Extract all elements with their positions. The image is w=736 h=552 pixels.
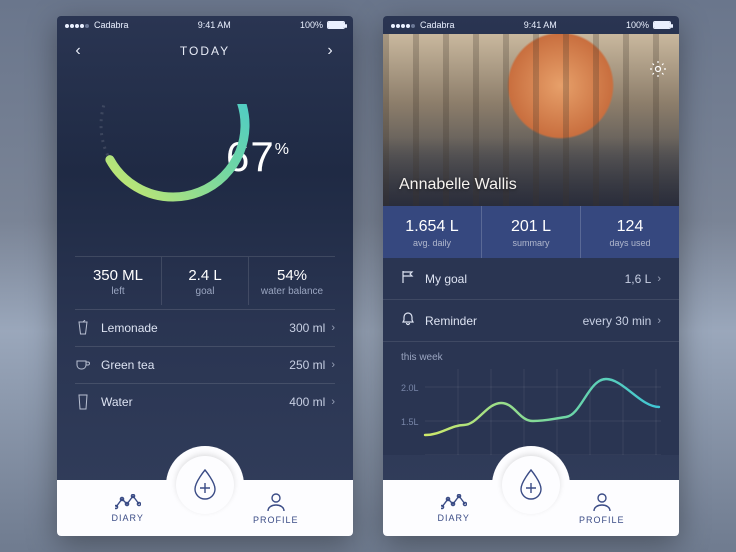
time-label: 9:41 AM xyxy=(198,20,231,30)
add-drink-button[interactable] xyxy=(176,456,234,514)
tab-label: PROFILE xyxy=(253,515,299,525)
stat-summary: 201 L summary xyxy=(482,206,581,258)
tab-profile[interactable]: PROFILE xyxy=(253,492,299,525)
prev-day-button[interactable]: ‹ xyxy=(71,42,87,60)
battery-label: 100% xyxy=(300,20,323,30)
tea-icon xyxy=(75,357,91,373)
tab-label: PROFILE xyxy=(579,515,625,525)
chevron-right-icon: › xyxy=(657,273,661,285)
settings-button[interactable] xyxy=(649,60,667,83)
water-icon xyxy=(75,394,91,410)
chevron-right-icon: › xyxy=(657,315,661,327)
date-title: TODAY xyxy=(180,44,230,58)
signal-icon xyxy=(65,20,90,30)
date-nav: ‹ TODAY › xyxy=(57,34,353,68)
chevron-right-icon: › xyxy=(331,359,335,371)
drink-name: Water xyxy=(101,395,133,409)
today-screen: Cadabra 9:41 AM 100% ‹ TODAY › xyxy=(57,16,353,536)
battery-icon xyxy=(327,21,345,29)
carrier-label: Cadabra xyxy=(94,20,129,30)
drink-amount: 250 ml xyxy=(289,358,325,372)
drink-row-water[interactable]: Water 400 ml › xyxy=(75,383,335,420)
status-bar: Cadabra 9:41 AM 100% xyxy=(383,16,679,34)
goal-label: My goal xyxy=(425,272,467,286)
reminder-label: Reminder xyxy=(425,314,477,328)
drink-name: Green tea xyxy=(101,358,154,372)
drink-row-lemonade[interactable]: Lemonade 300 ml › xyxy=(75,309,335,346)
drink-list: Lemonade 300 ml › Green tea 250 ml › xyxy=(75,309,335,420)
tab-label: DIARY xyxy=(112,513,144,523)
drink-name: Lemonade xyxy=(101,321,158,335)
profile-screen: Cadabra 9:41 AM 100% Annabelle Wallis 1.… xyxy=(383,16,679,536)
profile-name: Annabelle Wallis xyxy=(399,176,517,194)
summary-goal: 2.4 L goal xyxy=(162,257,249,305)
stat-avg-daily: 1.654 L avg. daily xyxy=(383,206,482,258)
stats-row: 1.654 L avg. daily 201 L summary 124 day… xyxy=(383,206,679,258)
signal-icon xyxy=(391,20,416,30)
summary-row: 350 ML left 2.4 L goal 54% water balance xyxy=(75,256,335,305)
next-day-button[interactable]: › xyxy=(323,42,339,60)
tab-profile[interactable]: PROFILE xyxy=(579,492,625,525)
flag-icon xyxy=(401,270,415,287)
reminder-value: every 30 min xyxy=(583,314,652,328)
add-drink-button[interactable] xyxy=(502,456,560,514)
drink-amount: 400 ml xyxy=(289,395,325,409)
tab-diary[interactable]: DIARY xyxy=(438,494,470,523)
reminder-row[interactable]: Reminder every 30 min › xyxy=(383,300,679,342)
battery-icon xyxy=(653,21,671,29)
goal-value: 1,6 L xyxy=(625,272,652,286)
tab-label: DIARY xyxy=(438,513,470,523)
progress-ring: 67% xyxy=(57,72,353,242)
summary-balance: 54% water balance xyxy=(249,257,335,305)
weekly-chart: this week 2.0L 1.5L xyxy=(383,342,679,455)
chevron-right-icon: › xyxy=(331,322,335,334)
battery-label: 100% xyxy=(626,20,649,30)
chevron-right-icon: › xyxy=(331,396,335,408)
summary-left: 350 ML left xyxy=(75,257,162,305)
carrier-label: Cadabra xyxy=(420,20,455,30)
status-bar: Cadabra 9:41 AM 100% xyxy=(57,16,353,34)
profile-hero: Annabelle Wallis xyxy=(383,34,679,206)
tab-diary[interactable]: DIARY xyxy=(112,494,144,523)
tab-bar: DIARY PROFILE xyxy=(383,480,679,536)
drink-row-tea[interactable]: Green tea 250 ml › xyxy=(75,346,335,383)
tab-bar: DIARY PROFILE xyxy=(57,480,353,536)
time-label: 9:41 AM xyxy=(524,20,557,30)
chart-title: this week xyxy=(401,352,661,363)
bell-icon xyxy=(401,312,415,329)
stat-days-used: 124 days used xyxy=(581,206,679,258)
goal-row[interactable]: My goal 1,6 L › xyxy=(383,258,679,300)
drink-amount: 300 ml xyxy=(289,321,325,335)
lemonade-icon xyxy=(75,320,91,336)
